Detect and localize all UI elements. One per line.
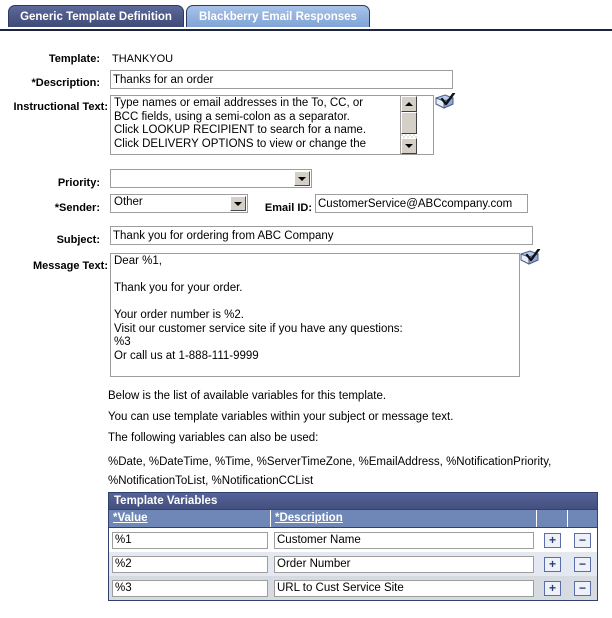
column-header-add: [537, 510, 568, 527]
scroll-thumb[interactable]: [401, 112, 417, 134]
chevron-down-icon[interactable]: [294, 171, 310, 186]
tab-blackberry-email-responses[interactable]: Blackberry Email Responses: [186, 5, 370, 27]
table-row: + −: [109, 576, 597, 600]
chevron-down-icon[interactable]: [230, 196, 246, 211]
cell-description: [271, 576, 537, 600]
help-line-3: The following variables can also be used…: [108, 432, 319, 444]
grid-header-row: *Value *Description: [109, 510, 597, 528]
email-id-label: Email ID:: [264, 202, 312, 214]
message-text-label: Message Text:: [33, 260, 108, 272]
cell-remove: −: [568, 576, 597, 600]
row-value-input[interactable]: [112, 579, 268, 597]
remove-row-button[interactable]: −: [574, 580, 591, 596]
description-input[interactable]: [110, 70, 453, 89]
add-row-button[interactable]: +: [544, 532, 561, 548]
sender-selected-value: Other: [114, 196, 143, 208]
template-label: Template:: [48, 53, 100, 65]
cell-add: +: [537, 576, 568, 600]
row-value-input[interactable]: [112, 555, 268, 573]
triangle-down-icon: [405, 144, 413, 148]
subject-input[interactable]: [110, 226, 533, 245]
instructional-text-label: Instructional Text:: [13, 101, 108, 113]
tab-label: Generic Template Definition: [20, 11, 172, 23]
row-value-input[interactable]: [112, 531, 268, 549]
help-line-5: %NotificationToList, %NotificationCCList: [108, 475, 314, 487]
template-variables-grid: Template Variables *Value *Description +…: [108, 492, 598, 601]
description-label: *Description:: [31, 77, 100, 89]
cell-add: +: [537, 528, 568, 552]
help-line-2: You can use template variables within yo…: [108, 411, 454, 423]
instructional-text-scrollbar[interactable]: [400, 96, 417, 154]
spellcheck-icon-message-text[interactable]: [519, 247, 541, 269]
table-row: + −: [109, 528, 597, 552]
column-header-value-label[interactable]: *Value: [113, 512, 148, 524]
help-line-4: %Date, %DateTime, %Time, %ServerTimeZone…: [108, 456, 552, 468]
cell-add: +: [537, 552, 568, 576]
template-value: THANKYOU: [112, 53, 174, 65]
table-row: + −: [109, 552, 597, 576]
spellcheck-icon-instructional-text[interactable]: [434, 91, 456, 113]
add-row-button[interactable]: +: [544, 556, 561, 572]
scroll-down-button[interactable]: [401, 138, 417, 154]
remove-row-button[interactable]: −: [574, 556, 591, 572]
add-row-button[interactable]: +: [544, 580, 561, 596]
column-header-value[interactable]: *Value: [109, 510, 271, 527]
cell-value: [109, 552, 271, 576]
column-header-remove: [568, 510, 597, 527]
subject-label: Subject:: [56, 234, 100, 246]
cell-remove: −: [568, 528, 597, 552]
triangle-up-icon: [405, 102, 413, 106]
help-line-1: Below is the list of available variables…: [108, 390, 387, 402]
tab-generic-template-definition[interactable]: Generic Template Definition: [8, 5, 184, 27]
row-description-input[interactable]: [274, 555, 534, 573]
email-id-input[interactable]: [315, 194, 528, 213]
row-description-input[interactable]: [274, 579, 534, 597]
row-description-input[interactable]: [274, 531, 534, 549]
message-text-textarea[interactable]: [110, 253, 520, 377]
priority-label: Priority:: [57, 177, 100, 189]
priority-select[interactable]: [110, 169, 312, 188]
grid-title: Template Variables: [109, 493, 597, 510]
column-header-description-label[interactable]: *Description: [275, 512, 343, 524]
instructional-text-textarea[interactable]: [110, 95, 434, 155]
column-header-description[interactable]: *Description: [271, 510, 537, 527]
tab-strip: Generic Template Definition Blackberry E…: [0, 0, 612, 31]
cell-description: [271, 528, 537, 552]
remove-row-button[interactable]: −: [574, 532, 591, 548]
cell-value: [109, 576, 271, 600]
cell-description: [271, 552, 537, 576]
scroll-up-button[interactable]: [401, 96, 417, 112]
cell-remove: −: [568, 552, 597, 576]
sender-label: *Sender:: [54, 202, 100, 214]
sender-select[interactable]: Other: [110, 194, 248, 213]
tab-label: Blackberry Email Responses: [199, 11, 357, 23]
cell-value: [109, 528, 271, 552]
tab-underline: [0, 29, 612, 31]
